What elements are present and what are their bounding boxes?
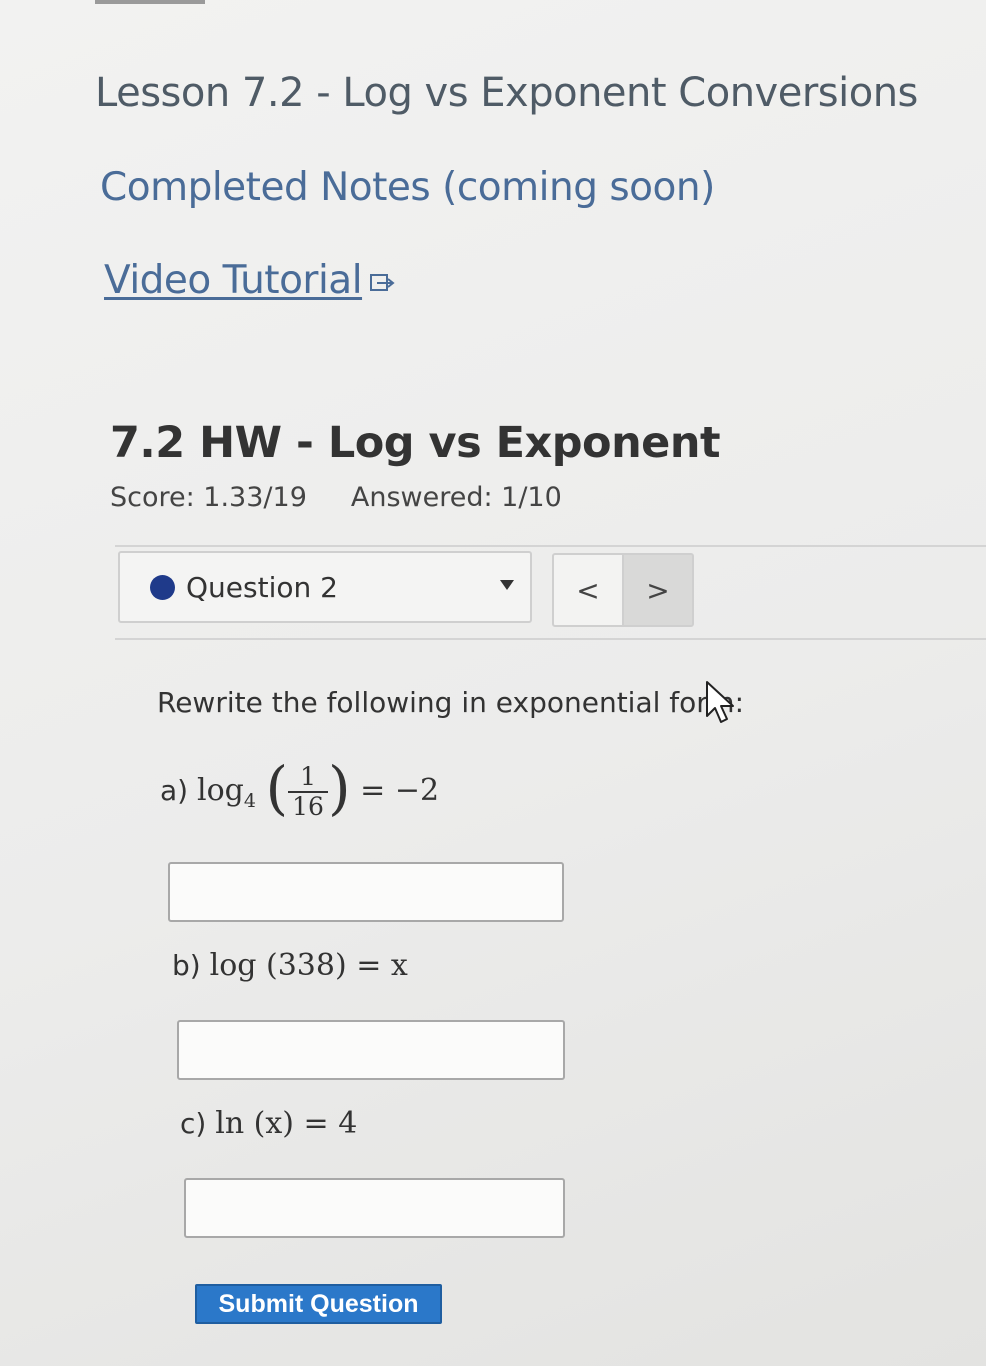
status-dot-icon <box>150 575 175 600</box>
fraction-denominator: 16 <box>292 792 324 821</box>
part-c-letter: c) <box>180 1107 207 1140</box>
previous-question-button[interactable]: < <box>552 553 624 627</box>
answered-text: Answered: 1/10 <box>350 482 562 513</box>
fraction-numerator: 1 <box>288 763 328 793</box>
part-b-letter: b) <box>172 949 201 982</box>
left-paren: ( <box>265 754 289 822</box>
lesson-title: Lesson 7.2 - Log vs Exponent Conversions <box>95 70 918 116</box>
answer-a-input[interactable] <box>168 862 564 922</box>
video-tutorial-label: Video Tutorial <box>104 258 363 303</box>
top-divider <box>95 0 205 4</box>
homework-title: 7.2 HW - Log vs Exponent <box>110 418 721 468</box>
answer-c-input[interactable] <box>184 1178 565 1238</box>
part-a-base: 4 <box>243 790 256 812</box>
part-a-rhs: = −2 <box>360 773 440 808</box>
score-text: Score: 1.33/19 <box>110 482 307 513</box>
part-a-func: log <box>197 773 244 808</box>
chevron-down-icon <box>500 580 514 590</box>
part-a-expression: log4 (1 16) = −2 <box>197 754 440 822</box>
part-c-label: c) ln (x) = 4 <box>180 1106 357 1141</box>
question-selector[interactable]: Question 2 <box>118 551 532 623</box>
mouse-pointer-icon <box>706 681 734 723</box>
part-c-expression: ln (x) = 4 <box>215 1106 358 1141</box>
divider <box>115 638 986 640</box>
part-a-label: a) log4 (1 16) = −2 <box>160 754 440 826</box>
score-bar: Score: 1.33/19 Answered: 1/10 <box>110 482 562 513</box>
completed-notes-link[interactable]: Completed Notes (coming soon) <box>100 165 715 210</box>
part-b-expression: log (338) = x <box>209 948 408 983</box>
answer-b-input[interactable] <box>177 1020 565 1080</box>
question-selector-label: Question 2 <box>186 571 338 604</box>
part-b-label: b) log (338) = x <box>172 948 408 983</box>
divider <box>115 545 986 547</box>
submit-question-button[interactable]: Submit Question <box>195 1284 442 1324</box>
video-tutorial-link[interactable]: Video Tutorial <box>104 258 396 303</box>
question-prompt: Rewrite the following in exponential for… <box>157 686 745 719</box>
fraction: 1 16 <box>288 763 328 821</box>
part-a-letter: a) <box>160 774 189 807</box>
right-paren: ) <box>327 754 351 822</box>
next-question-button[interactable]: > <box>622 553 694 627</box>
external-link-icon <box>370 273 395 291</box>
